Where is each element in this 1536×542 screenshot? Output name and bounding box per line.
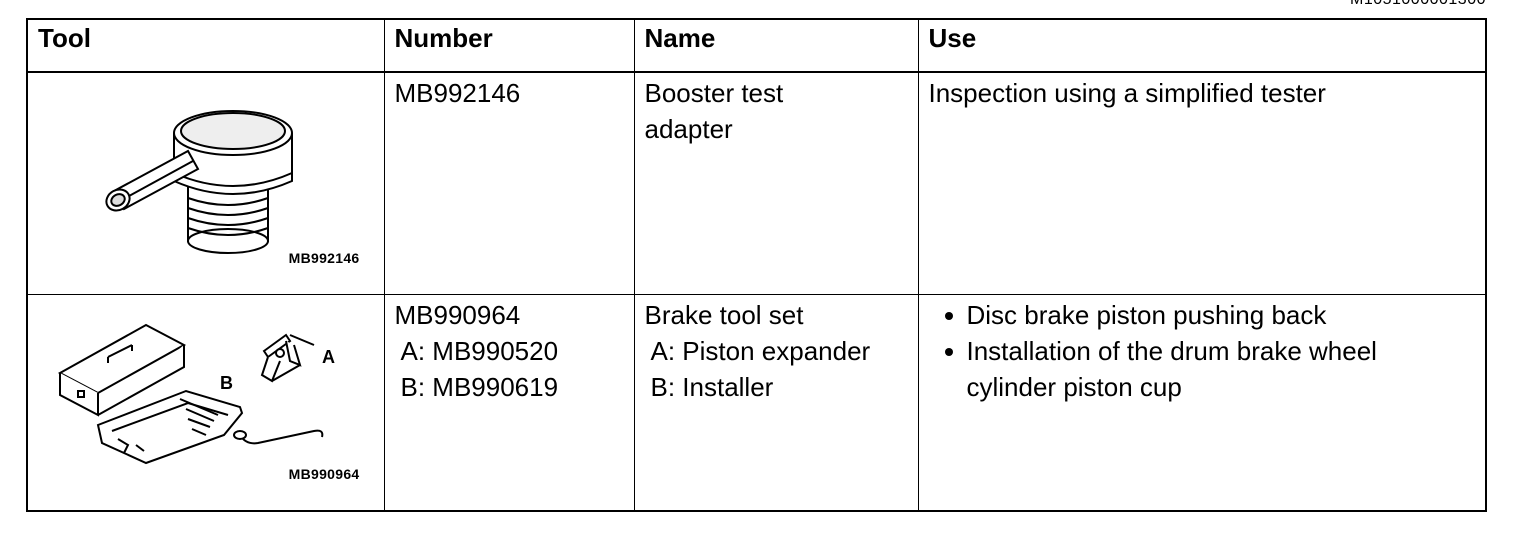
use-item: Installation of the drum brake wheel cyli…: [929, 333, 1486, 405]
tool-use-cell: Inspection using a simplified tester: [917, 71, 1487, 295]
label-a: A: [322, 347, 335, 367]
tool-use-text: Inspection using a simplified tester: [928, 78, 1326, 108]
tool-name-sub: A: Piston expander: [650, 335, 871, 366]
tool-name-cell: Booster test adapter: [633, 71, 919, 295]
bullet-icon: [944, 347, 953, 356]
header-number: Number: [383, 18, 635, 73]
tool-illustration-cell: A B MB990964: [26, 293, 385, 512]
header-tool: Tool: [26, 18, 385, 73]
tool-name-sub: B: Installer: [650, 371, 774, 402]
table-row: MB992146 MB992146 Booster test adapter I…: [26, 71, 1487, 295]
tool-number: MB990964: [394, 299, 521, 330]
use-text: Installation of the drum brake wheel: [966, 335, 1377, 366]
tool-caption: MB990964: [288, 466, 360, 482]
use-text-continuation: cylinder piston cup: [966, 371, 1182, 402]
tool-name-cell: Brake tool set A: Piston expander B: Ins…: [633, 293, 919, 512]
tool-caption: MB992146: [288, 249, 360, 266]
table-row: A B MB990964 MB990964 A: MB990520 B: MB9…: [26, 293, 1487, 512]
bullet-icon: [944, 311, 953, 320]
special-tools-table: Tool Number Name Use MB992146 MB992146 B…: [26, 18, 1487, 512]
tool-number-sub: B: MB990619: [400, 371, 559, 402]
use-list: Disc brake piston pushing back Installat…: [929, 297, 1486, 405]
tool-name-line: Brake tool set: [644, 299, 804, 330]
header-name: Name: [633, 18, 919, 73]
header-row: Tool Number Name Use: [26, 18, 1487, 73]
tool-use-cell: Disc brake piston pushing back Installat…: [917, 293, 1487, 512]
tool-number-cell: MB992146: [383, 71, 635, 295]
tool-illustration-cell: MB992146: [26, 71, 385, 295]
tool-number: MB992146: [394, 78, 521, 108]
tool-name-line: adapter: [644, 114, 733, 144]
brake-tool-set-illustration: A B: [57, 323, 335, 464]
label-b: B: [220, 373, 233, 393]
use-text: Disc brake piston pushing back: [966, 299, 1327, 330]
tool-name-line: Booster test: [644, 78, 784, 108]
tool-number-cell: MB990964 A: MB990520 B: MB990619: [383, 293, 635, 512]
tool-number-sub: A: MB990520: [400, 335, 559, 366]
header-use: Use: [917, 18, 1487, 73]
reference-code: M1051000001300: [1350, 0, 1486, 9]
use-item: Disc brake piston pushing back: [929, 297, 1486, 333]
